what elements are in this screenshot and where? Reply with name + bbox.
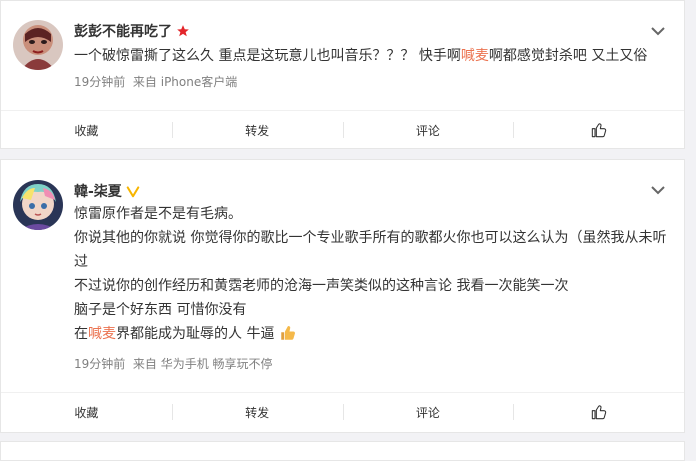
- post-card: 彭彭不能再吃了 一个破惊雷撕了这么久 重点是这玩意儿也叫音乐？？？ 快手啊喊麦啊…: [0, 0, 685, 149]
- action-bar: 收藏 转发 评论: [1, 392, 684, 431]
- comment-button[interactable]: 评论: [342, 111, 514, 149]
- post-text-part: 在: [74, 326, 88, 342]
- post-meta: 19分钟前 来自 iPhone客户端: [74, 73, 237, 90]
- post-text-part: 界都能成为耻辱的人 牛逼: [116, 326, 275, 342]
- source: 来自 华为手机 畅享玩不停: [132, 357, 273, 371]
- verified-badge-icon: [126, 186, 140, 198]
- comment-label: 评论: [415, 405, 440, 420]
- hashtag-link[interactable]: 喊麦: [461, 48, 489, 64]
- source: 来自 iPhone客户端: [132, 75, 238, 89]
- chevron-down-icon[interactable]: [650, 185, 666, 195]
- post-line: 不过说你的创作经历和黄霑老师的沧海一声笑类似的这种言论 我看一次能笑一次: [74, 278, 569, 294]
- username-text[interactable]: 彭彭不能再吃了: [74, 21, 172, 41]
- collect-label: 收藏: [74, 123, 99, 138]
- action-bar: 收藏 转发 评论: [1, 110, 684, 149]
- thumbs-up-emoji-icon: [281, 326, 295, 340]
- timestamp[interactable]: 19分钟前: [74, 357, 125, 371]
- repost-label: 转发: [245, 123, 270, 138]
- hashtag-link[interactable]: 喊麦: [88, 326, 116, 342]
- comment-label: 评论: [415, 123, 440, 138]
- username-text[interactable]: 韓-柒夏: [74, 181, 122, 201]
- thumbs-up-icon: [591, 405, 606, 420]
- repost-button[interactable]: 转发: [171, 111, 343, 149]
- avatar[interactable]: [13, 180, 63, 230]
- post-card: [0, 441, 685, 461]
- repost-label: 转发: [245, 405, 270, 420]
- post-line: 你说其他的你就说 你觉得你的歌比一个专业歌手所有的歌都火你也可以这么认为（虽然我…: [74, 230, 667, 246]
- post-line: 在喊麦界都能成为耻辱的人 牛逼: [74, 322, 666, 346]
- post-line: 惊雷原作者是不是有毛病。: [74, 206, 242, 222]
- username[interactable]: 韓-柒夏: [74, 181, 140, 201]
- timestamp[interactable]: 19分钟前: [74, 75, 125, 89]
- post-meta: 19分钟前 来自 华为手机 畅享玩不停: [74, 355, 273, 372]
- collect-label: 收藏: [74, 405, 99, 420]
- post-line: 脑子是个好东西 可惜你没有: [74, 302, 247, 318]
- post-text: 一个破惊雷撕了这么久 重点是这玩意儿也叫音乐？？？ 快手啊喊麦啊都感觉封杀吧 又…: [74, 44, 666, 68]
- star-badge-icon: [177, 25, 189, 37]
- collect-button[interactable]: 收藏: [1, 111, 172, 149]
- collect-button[interactable]: 收藏: [1, 393, 172, 431]
- username[interactable]: 彭彭不能再吃了: [74, 21, 190, 41]
- post-text: 惊雷原作者是不是有毛病。 你说其他的你就说 你觉得你的歌比一个专业歌手所有的歌都…: [74, 202, 666, 346]
- thumbs-up-icon: [591, 123, 606, 138]
- avatar[interactable]: [13, 20, 63, 70]
- like-button[interactable]: [513, 111, 684, 149]
- comment-button[interactable]: 评论: [342, 393, 514, 431]
- post-line: 过: [74, 254, 88, 270]
- post-text-part: 一个破惊雷撕了这么久 重点是这玩意儿也叫音乐？？？ 快手啊: [74, 48, 461, 64]
- post-card: 韓-柒夏 惊雷原作者是不是有毛病。 你说其他的你就说 你觉得你的歌比一个专业歌手…: [0, 159, 685, 433]
- repost-button[interactable]: 转发: [171, 393, 343, 431]
- chevron-down-icon[interactable]: [650, 26, 666, 36]
- post-text-part: 啊都感觉封杀吧 又土又俗: [488, 48, 648, 64]
- like-button[interactable]: [513, 393, 684, 431]
